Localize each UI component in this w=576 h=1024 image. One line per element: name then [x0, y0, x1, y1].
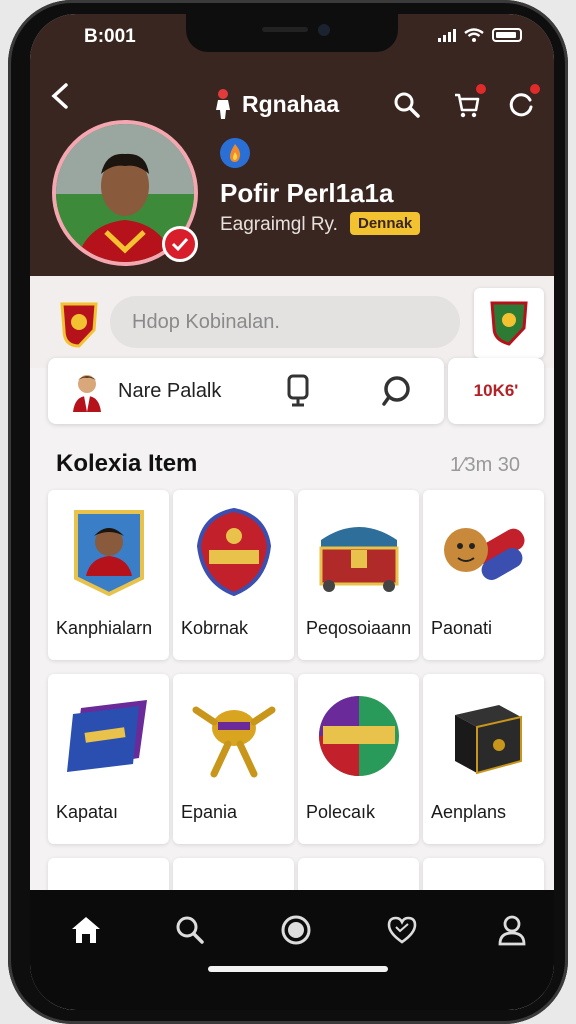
lion-cannon-icon [433, 504, 534, 600]
fire-badge-icon [220, 138, 250, 168]
section-meta[interactable]: 1⁄3m 30 [450, 454, 520, 477]
search-row [30, 276, 554, 368]
signal-icon [438, 28, 456, 42]
status-time: B:001 [84, 26, 136, 47]
item-label: Kanphialarn [56, 618, 153, 638]
item-label: Kobrnak [181, 618, 249, 638]
phone-link-button[interactable] [280, 372, 316, 410]
record-icon [281, 915, 311, 945]
section-title: Kolexia Item [56, 450, 198, 477]
player-avatar-icon [73, 375, 101, 412]
item-label: Peqosoiaann [306, 618, 412, 638]
shield-icon [490, 301, 528, 346]
club-crest-icon [60, 302, 98, 348]
profile-icon [498, 915, 526, 946]
search-icon [176, 916, 204, 944]
item-card[interactable]: Paonati [423, 490, 544, 660]
item-label: Paonati [431, 618, 493, 638]
item-label: Epania [181, 802, 238, 822]
black-box-icon [433, 688, 534, 784]
verified-badge [162, 226, 198, 262]
golden-key-icon [183, 688, 284, 784]
wifi-icon [464, 28, 484, 42]
cart-badge [474, 82, 488, 96]
tab-record[interactable] [276, 910, 316, 950]
crest-shield-icon [183, 504, 284, 600]
chat-button[interactable] [378, 372, 414, 410]
bottom-tab-bar [30, 890, 554, 1010]
tab-home[interactable] [66, 910, 106, 950]
search-input[interactable] [110, 296, 460, 348]
notch [186, 14, 398, 52]
player-name: Nare Palalk [118, 380, 222, 402]
search-icon [394, 92, 420, 118]
item-card[interactable]: Epania [173, 674, 294, 844]
home-icon [72, 917, 100, 943]
screen: B:001 Rgnahaa Pofir Perl1a1a Eagraimgl R… [30, 14, 554, 1010]
home-indicator [208, 966, 388, 972]
profile-subtitle: Eagraimgl Ry. [220, 214, 338, 235]
item-card[interactable]: Polecaık [298, 674, 419, 844]
tab-profile[interactable] [492, 910, 532, 950]
app-name: Rgnahaa [242, 90, 340, 117]
notification-button[interactable] [504, 82, 542, 122]
item-card[interactable]: Aenplans [423, 674, 544, 844]
notification-badge [528, 82, 542, 96]
item-label: Polecaık [306, 802, 376, 822]
item-card[interactable]: Kapataı [48, 674, 169, 844]
chat-icon [382, 376, 410, 406]
treasure-chest-icon [308, 504, 409, 600]
item-card[interactable]: Kanphialarn [48, 490, 169, 660]
phone-stand-icon [287, 374, 309, 407]
cart-button[interactable] [450, 82, 488, 122]
player-card[interactable]: Nare Palalk [48, 358, 444, 424]
item-card[interactable]: Peqosoiaann [298, 490, 419, 660]
brand-logo-icon [216, 89, 230, 119]
player-card-icon [58, 504, 159, 600]
status-badge: Dennak [350, 212, 421, 235]
heart-icon [387, 916, 417, 944]
team-crest-button[interactable] [474, 288, 544, 358]
profile-header: B:001 Rgnahaa Pofir Perl1a1a Eagraimgl R… [30, 14, 554, 276]
brand: Rgnahaa [210, 88, 339, 120]
card-pack-icon [58, 688, 159, 784]
check-icon [171, 237, 189, 252]
search-button[interactable] [390, 88, 424, 122]
item-label: Kapataı [56, 802, 119, 822]
back-button[interactable] [50, 82, 70, 118]
profile-name: Pofir Perl1a1a [220, 178, 394, 208]
item-label: Aenplans [431, 802, 507, 822]
status-icons [438, 28, 522, 42]
battery-icon [492, 28, 522, 42]
phone-frame: B:001 Rgnahaa Pofir Perl1a1a Eagraimgl R… [8, 0, 568, 1024]
tab-favorites[interactable] [382, 910, 422, 950]
item-card[interactable]: Kobrnak [173, 490, 294, 660]
score-card[interactable]: 10K6' [448, 358, 544, 424]
ball-badge-icon [308, 688, 409, 784]
tab-search[interactable] [170, 910, 210, 950]
